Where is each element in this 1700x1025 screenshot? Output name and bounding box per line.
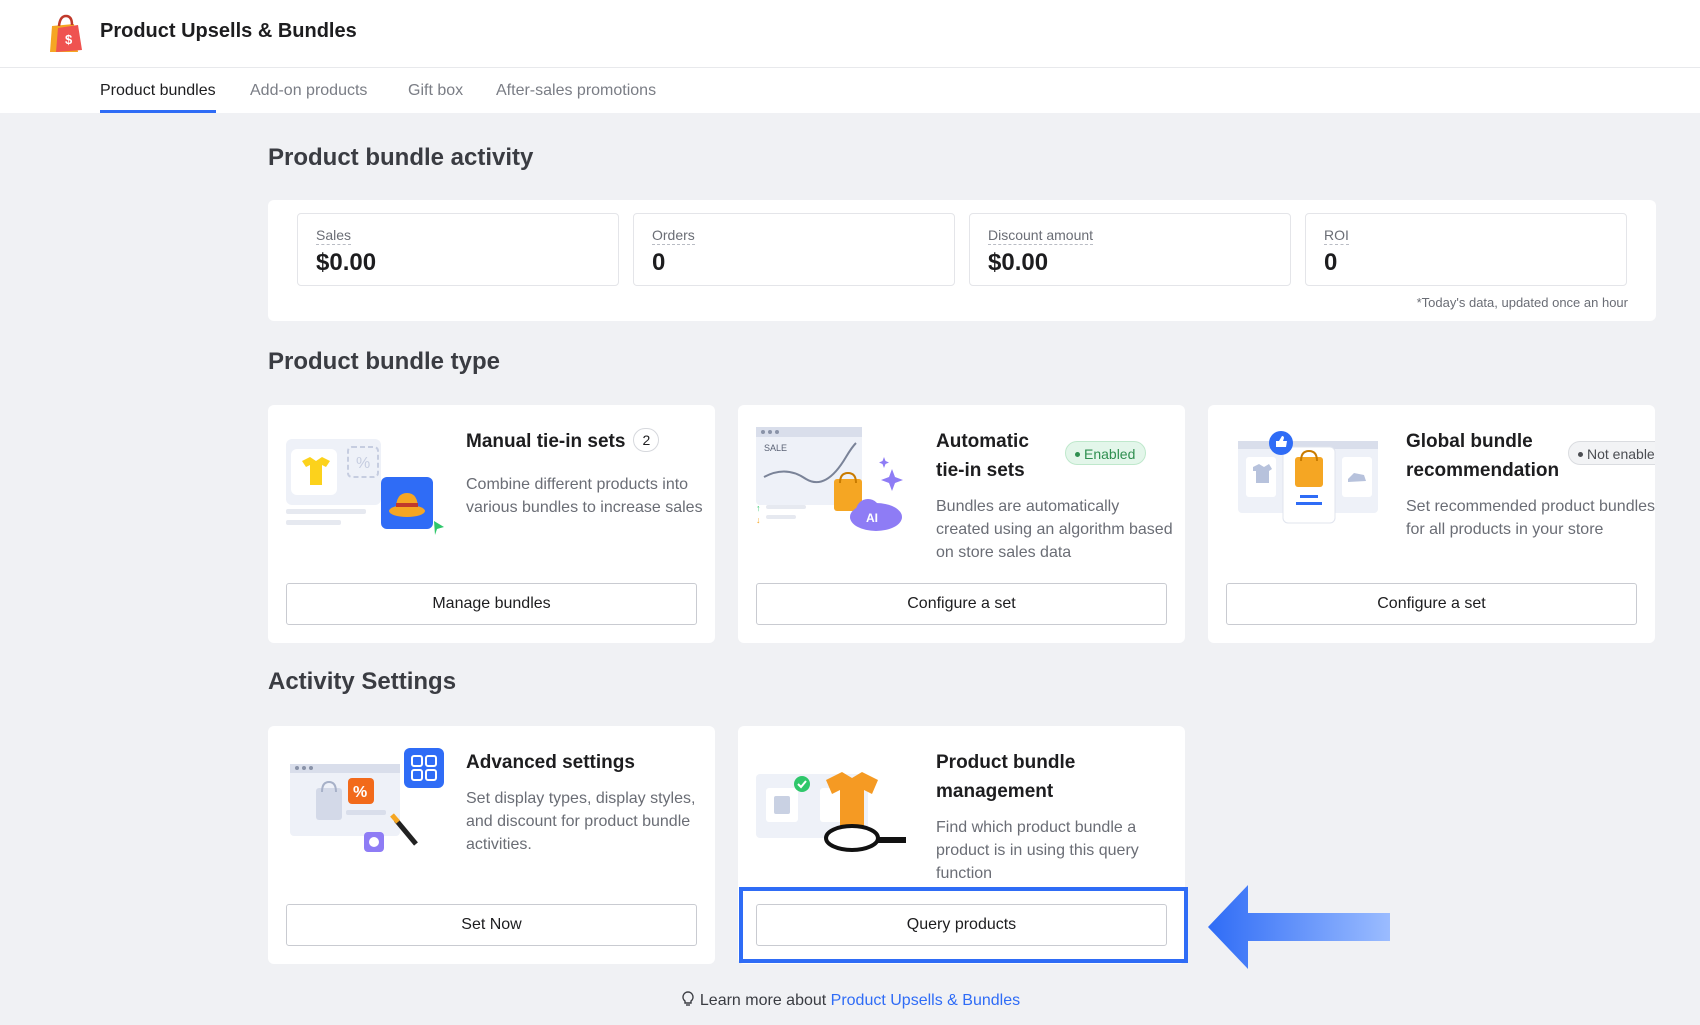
stat-value: 0 — [652, 249, 666, 276]
stat-label[interactable]: Discount amount — [988, 227, 1094, 245]
bundle-type-section-title: Product bundle type — [268, 348, 501, 375]
highlight-box — [739, 887, 1188, 963]
stats-card: Sales $0.00 Orders 0 Discount amount $0.… — [268, 200, 1656, 321]
card-description: Set recommended product bundles for all … — [1406, 495, 1655, 541]
footer-learn-more: Learn more about Product Upsells & Bundl… — [0, 991, 1700, 1010]
card-title: Manual tie-in sets 2 — [466, 427, 660, 456]
card-description-text: Set recommended product bundles for all … — [1406, 498, 1655, 538]
card-title: Advanced settings — [466, 752, 635, 773]
settings-section-title: Activity Settings — [268, 668, 457, 695]
stat-value: $0.00 — [316, 249, 377, 276]
svg-text:%: % — [353, 784, 367, 801]
stat-label[interactable]: Sales — [316, 227, 352, 245]
tab-after-sales-promotions[interactable]: After-sales promotions — [496, 82, 656, 113]
svg-text:AI: AI — [866, 511, 878, 525]
app-title: Product Upsells & Bundles — [100, 20, 357, 42]
manage-bundles-button[interactable]: Manage bundles — [286, 583, 697, 625]
stat-label[interactable]: Orders — [652, 227, 695, 245]
tab-product-bundles[interactable]: Product bundles — [100, 82, 216, 113]
status-badge-not-enabled: Not enabled — [1568, 441, 1655, 465]
stat-roi: ROI 0 — [1305, 213, 1627, 286]
card-title: Global bundle recommendation — [1406, 431, 1560, 481]
card-description: Combine different products into various … — [466, 476, 703, 516]
card-global-bundle-recommendation: Global bundle recommendation Not enabled… — [1208, 405, 1655, 643]
stat-label[interactable]: ROI — [1324, 227, 1349, 245]
stat-discount-amount: Discount amount $0.00 — [969, 213, 1291, 286]
activity-section-title: Product bundle activity — [268, 144, 534, 171]
stats-note: *Today's data, updated once an hour — [1416, 295, 1628, 310]
card-automatic-tie-in-sets: SALE ↑ ↓ AI Automatic tie-in sets Enable… — [738, 405, 1185, 643]
stat-value: 0 — [1324, 249, 1338, 276]
stat-value: $0.00 — [988, 249, 1049, 276]
configure-set-button[interactable]: Configure a set — [1226, 583, 1637, 625]
card-title: Automatic tie-in sets — [936, 431, 1029, 481]
recommend-bag-icon — [1238, 431, 1378, 524]
shirt-hat-icon: % — [286, 439, 444, 535]
card-title-text: Manual tie-in sets — [466, 431, 626, 452]
configure-set-button[interactable]: Configure a set — [756, 583, 1167, 625]
tab-add-on-products[interactable]: Add-on products — [250, 82, 367, 113]
card-title: Product bundle management — [936, 752, 1076, 802]
svg-text:↓: ↓ — [756, 515, 761, 525]
set-now-button[interactable]: Set Now — [286, 904, 697, 946]
card-description: Find which product bundle a product is i… — [936, 819, 1139, 882]
stat-sales: Sales $0.00 — [297, 213, 619, 286]
shopping-bag-logo-icon: $ — [50, 14, 82, 52]
card-description: Bundles are automatically created using … — [936, 498, 1173, 561]
svg-text:↑: ↑ — [756, 503, 761, 513]
bundle-count-badge: 2 — [633, 428, 660, 452]
sales-chart-ai-icon: SALE ↑ ↓ AI — [756, 427, 903, 531]
footer-prefix: Learn more about — [699, 992, 831, 1009]
tab-gift-box[interactable]: Gift box — [408, 82, 463, 113]
settings-wand-icon: % — [290, 748, 444, 852]
status-badge-enabled: Enabled — [1065, 441, 1147, 465]
svg-text:%: % — [356, 455, 370, 472]
app-header: $ Product Upsells & Bundles — [0, 0, 1700, 68]
svg-text:$: $ — [65, 32, 73, 47]
stat-orders: Orders 0 — [633, 213, 955, 286]
card-advanced-settings: % Advanced settings Set display types, d… — [268, 726, 715, 964]
card-manual-tie-in-sets: % Manual tie-in sets 2 Combine different … — [268, 405, 715, 643]
svg-text:SALE: SALE — [764, 443, 787, 453]
lightbulb-icon — [682, 991, 694, 1006]
pointer-arrow-icon — [1208, 885, 1390, 969]
tab-bar: Product bundles Add-on products Gift box… — [0, 68, 1700, 113]
learn-more-link[interactable]: Product Upsells & Bundles — [831, 992, 1020, 1009]
magnifier-shirt-icon — [756, 772, 906, 852]
card-description: Set display types, display styles, and d… — [466, 790, 696, 853]
